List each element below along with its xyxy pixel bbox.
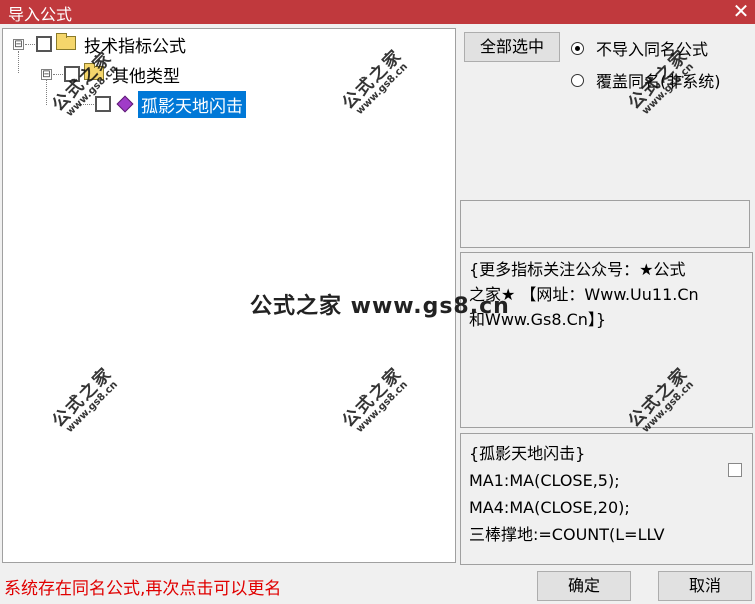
formula-icon [116, 95, 134, 113]
description-line: {更多指标关注公众号：★公式 [469, 260, 686, 279]
rename-field[interactable] [460, 200, 750, 248]
select-all-button[interactable]: 全部选中 [464, 32, 560, 62]
tree-connector [53, 73, 63, 75]
radio-skip-duplicates[interactable]: 不导入同名公式 [571, 36, 708, 60]
formula-tree[interactable]: ⊟ 技术指标公式 ⊟ 其他类型 孤影天地闪击 [2, 28, 456, 563]
folder-icon [56, 33, 76, 50]
tree-node-technical-indicators[interactable]: ⊟ 技术指标公式 [13, 31, 186, 57]
close-button[interactable]: ✕ [727, 0, 755, 24]
code-checkbox[interactable] [728, 463, 742, 477]
code-line: MA4:MA(CLOSE,20); [469, 498, 630, 517]
description-box: {更多指标关注公众号：★公式 之家★ 【网址：Www.Uu11.Cn 和Www.… [460, 252, 753, 428]
radio-overwrite-duplicates[interactable]: 覆盖同名(非系统) [571, 68, 721, 92]
description-line: 之家★ 【网址：Www.Uu11.Cn [469, 285, 699, 304]
tree-connector [80, 103, 94, 105]
tree-checkbox[interactable] [64, 66, 80, 82]
folder-icon [84, 63, 104, 80]
cancel-button[interactable]: 取消 [658, 571, 752, 601]
radio-button[interactable] [571, 41, 584, 55]
code-line: 三棒撑地:=COUNT(L=LLV [469, 525, 665, 544]
radio-button[interactable] [571, 73, 584, 87]
code-line: {孤影天地闪击} [469, 444, 586, 463]
radio-label: 不导入同名公式 [596, 40, 709, 59]
tree-node-label: 孤影天地闪击 [138, 90, 246, 118]
tree-node-other-types[interactable]: ⊟ 其他类型 [41, 61, 180, 87]
title-bar: 导入公式 ✕ [0, 0, 755, 24]
status-message: 系统存在同名公式,再次点击可以更名 [4, 579, 282, 599]
collapse-icon[interactable]: ⊟ [13, 38, 24, 50]
ok-button[interactable]: 确定 [537, 571, 631, 601]
collapse-icon[interactable]: ⊟ [41, 68, 52, 80]
radio-label: 覆盖同名(非系统) [596, 72, 721, 91]
tree-node-label: 其他类型 [112, 66, 180, 87]
tree-node-label: 技术指标公式 [84, 36, 186, 57]
code-line: MA1:MA(CLOSE,5); [469, 471, 620, 490]
tree-checkbox[interactable] [36, 36, 52, 52]
tree-node-formula[interactable]: 孤影天地闪击 [79, 90, 246, 118]
window-title: 导入公式 [8, 5, 73, 24]
tree-connector [25, 43, 35, 45]
description-line: 和Www.Gs8.Cn】} [469, 310, 607, 329]
formula-code-box[interactable]: {孤影天地闪击} MA1:MA(CLOSE,5); MA4:MA(CLOSE,2… [460, 433, 753, 565]
tree-checkbox[interactable] [95, 96, 111, 112]
